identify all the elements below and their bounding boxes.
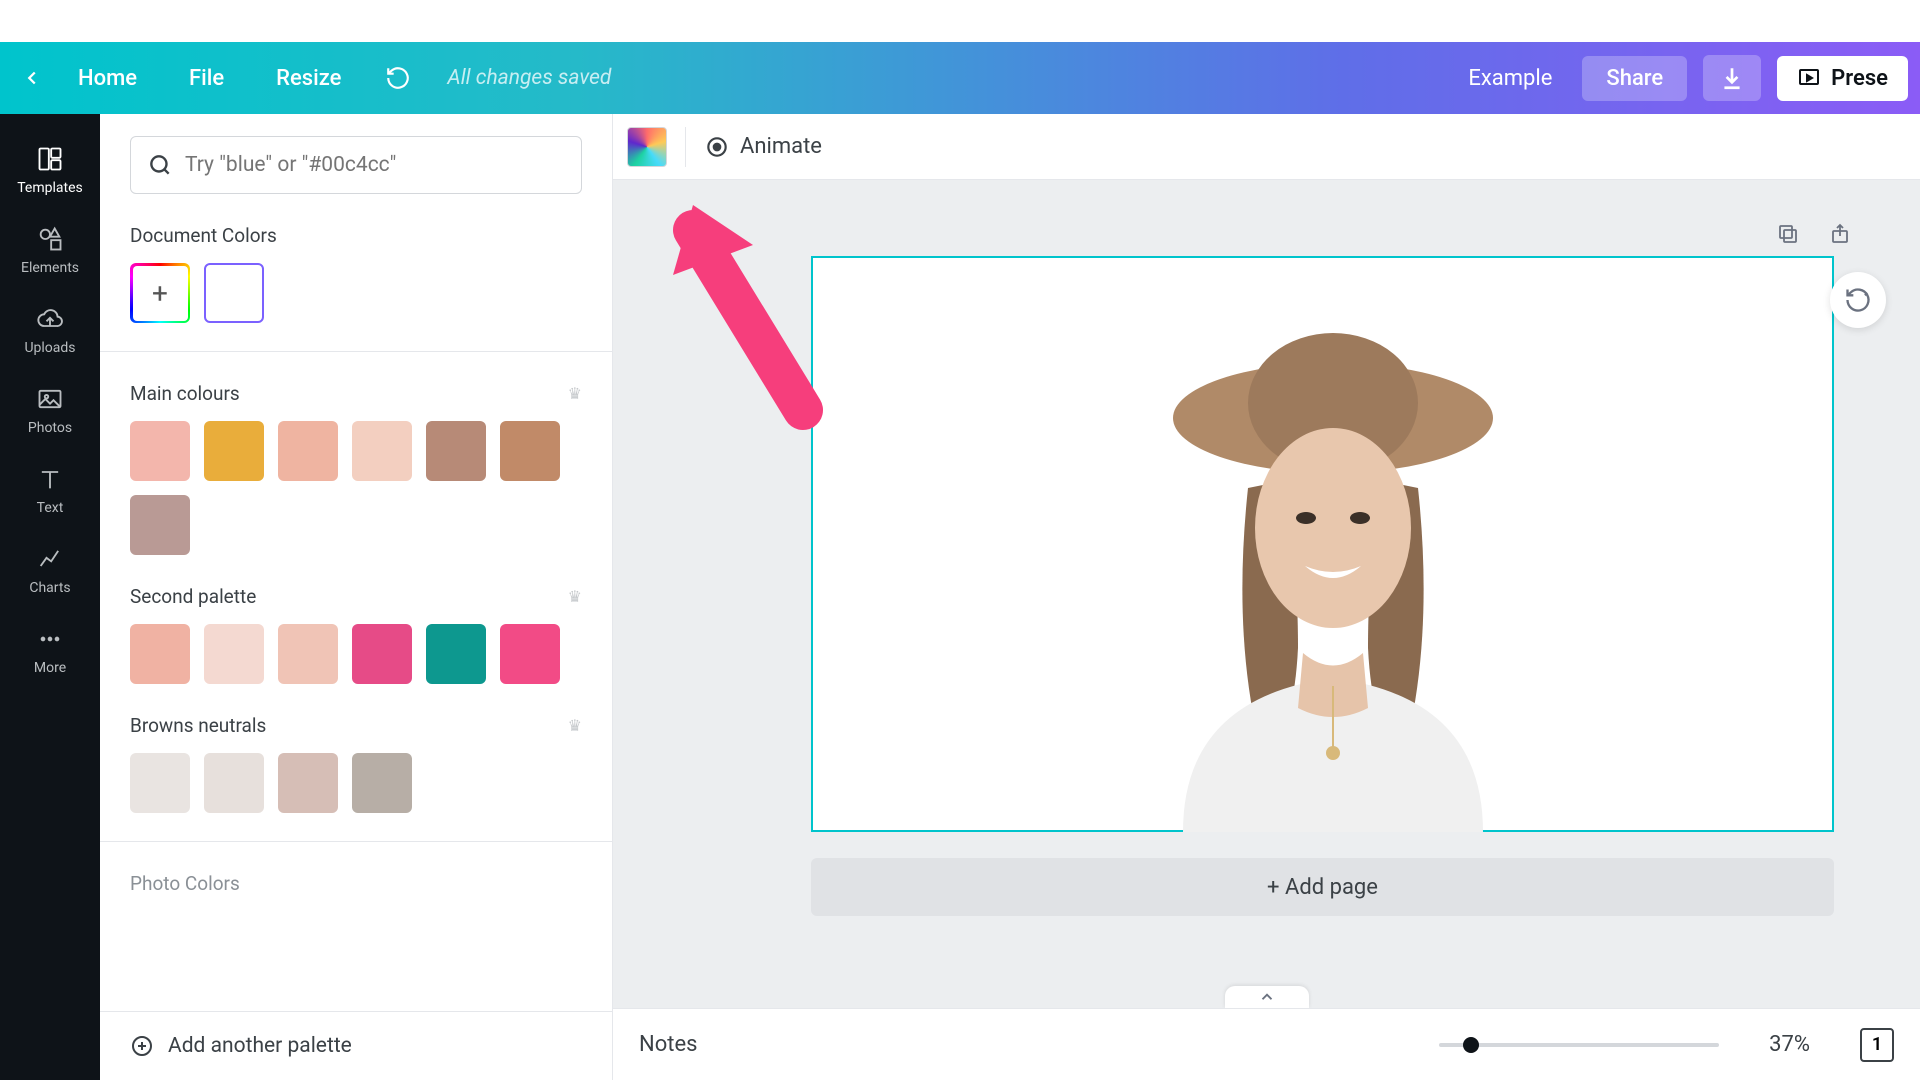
undo-icon (385, 65, 411, 91)
zoom-thumb[interactable] (1463, 1037, 1479, 1053)
elements-tab[interactable]: Elements (0, 210, 100, 290)
color-swatch[interactable] (130, 624, 190, 684)
photos-tab[interactable]: Photos (0, 370, 100, 450)
add-color-button[interactable]: + (130, 263, 190, 323)
duplicate-icon (1776, 222, 1800, 246)
text-label: Text (37, 500, 64, 516)
bottom-bar: Notes 37% 1 (613, 1008, 1920, 1080)
photo-content[interactable] (1123, 308, 1543, 832)
animate-button[interactable]: Animate (704, 134, 822, 160)
export-page-button[interactable] (1826, 220, 1854, 248)
search-icon (147, 152, 173, 178)
present-label: Prese (1831, 66, 1888, 91)
save-status: All changes saved (429, 66, 611, 90)
present-icon (1797, 66, 1821, 90)
doc-colors-heading: Document Colors (130, 224, 582, 247)
more-icon (36, 625, 64, 653)
download-button[interactable] (1703, 55, 1761, 101)
main-colours-heading: Main colours♛ (130, 382, 582, 405)
charts-tab[interactable]: Charts (0, 530, 100, 610)
color-swatch[interactable] (130, 495, 190, 555)
share-button[interactable]: Share (1582, 56, 1687, 101)
top-menu-bar: Home File Resize All changes saved Examp… (0, 42, 1920, 114)
photos-icon (36, 385, 64, 413)
animate-label: Animate (740, 134, 822, 159)
refresh-icon (1844, 286, 1872, 314)
regenerate-button[interactable] (1830, 272, 1886, 328)
left-nav-rail: Templates Elements Uploads Photos Text C… (0, 114, 100, 1080)
photo-colors-heading: Photo Colors (130, 872, 582, 895)
file-menu[interactable]: File (163, 66, 250, 91)
second-palette-heading: Second palette♛ (130, 585, 582, 608)
color-swatch[interactable] (278, 624, 338, 684)
text-icon (36, 465, 64, 493)
background-color-button[interactable] (627, 127, 667, 167)
export-icon (1828, 222, 1852, 246)
crown-icon: ♛ (568, 716, 582, 735)
text-tab[interactable]: Text (0, 450, 100, 530)
resize-menu[interactable]: Resize (250, 66, 367, 91)
add-palette-button[interactable]: Add another palette (100, 1011, 612, 1080)
expand-timeline-handle[interactable] (1225, 986, 1309, 1008)
elements-label: Elements (21, 260, 79, 276)
uploads-tab[interactable]: Uploads (0, 290, 100, 370)
uploads-label: Uploads (24, 340, 75, 356)
undo-button[interactable] (367, 65, 429, 91)
color-swatch[interactable] (204, 421, 264, 481)
more-tab[interactable]: More (0, 610, 100, 690)
color-swatch[interactable] (426, 624, 486, 684)
toolbar-separator (685, 127, 686, 167)
color-swatch[interactable] (500, 421, 560, 481)
canvas-page[interactable] (811, 256, 1834, 832)
zoom-value: 37% (1769, 1032, 1810, 1057)
doc-color-white[interactable] (204, 263, 264, 323)
color-swatch[interactable] (130, 753, 190, 813)
color-swatch[interactable] (130, 421, 190, 481)
zoom-slider[interactable] (1439, 1043, 1719, 1047)
color-swatch[interactable] (352, 624, 412, 684)
charts-label: Charts (29, 580, 70, 596)
color-swatch[interactable] (426, 421, 486, 481)
present-button[interactable]: Prese (1777, 56, 1908, 101)
color-swatch[interactable] (204, 624, 264, 684)
templates-icon (36, 145, 64, 173)
color-panel: Document Colors + Main colours♛ Second p… (100, 114, 613, 1080)
color-swatch[interactable] (204, 753, 264, 813)
add-palette-label: Add another palette (168, 1034, 352, 1058)
color-swatch[interactable] (278, 421, 338, 481)
elements-icon (36, 225, 64, 253)
notes-button[interactable]: Notes (639, 1032, 697, 1057)
back-button[interactable] (12, 67, 52, 89)
duplicate-page-button[interactable] (1774, 220, 1802, 248)
photos-label: Photos (28, 420, 72, 436)
crown-icon: ♛ (568, 587, 582, 606)
chevron-left-icon (21, 67, 43, 89)
animate-icon (704, 134, 730, 160)
design-title[interactable]: Example (1446, 66, 1574, 91)
color-search-input[interactable] (185, 153, 565, 177)
home-menu[interactable]: Home (52, 66, 163, 91)
color-search[interactable] (130, 136, 582, 194)
add-palette-icon (130, 1034, 154, 1058)
color-swatch[interactable] (278, 753, 338, 813)
more-label: More (34, 660, 66, 676)
templates-tab[interactable]: Templates (0, 130, 100, 210)
canvas-area: + Add page (613, 180, 1920, 1008)
download-icon (1719, 65, 1745, 91)
browns-neutrals-heading: Browns neutrals♛ (130, 714, 582, 737)
crown-icon: ♛ (568, 384, 582, 403)
color-swatch[interactable] (352, 753, 412, 813)
chevron-up-icon (1258, 988, 1276, 1006)
page-count-button[interactable]: 1 (1860, 1028, 1894, 1062)
color-swatch[interactable] (500, 624, 560, 684)
arrow-annotation (643, 190, 833, 440)
uploads-icon (36, 305, 64, 333)
canvas-toolbar: Animate (613, 114, 1920, 180)
charts-icon (36, 545, 64, 573)
add-page-button[interactable]: + Add page (811, 858, 1834, 916)
templates-label: Templates (17, 180, 83, 196)
color-swatch[interactable] (352, 421, 412, 481)
